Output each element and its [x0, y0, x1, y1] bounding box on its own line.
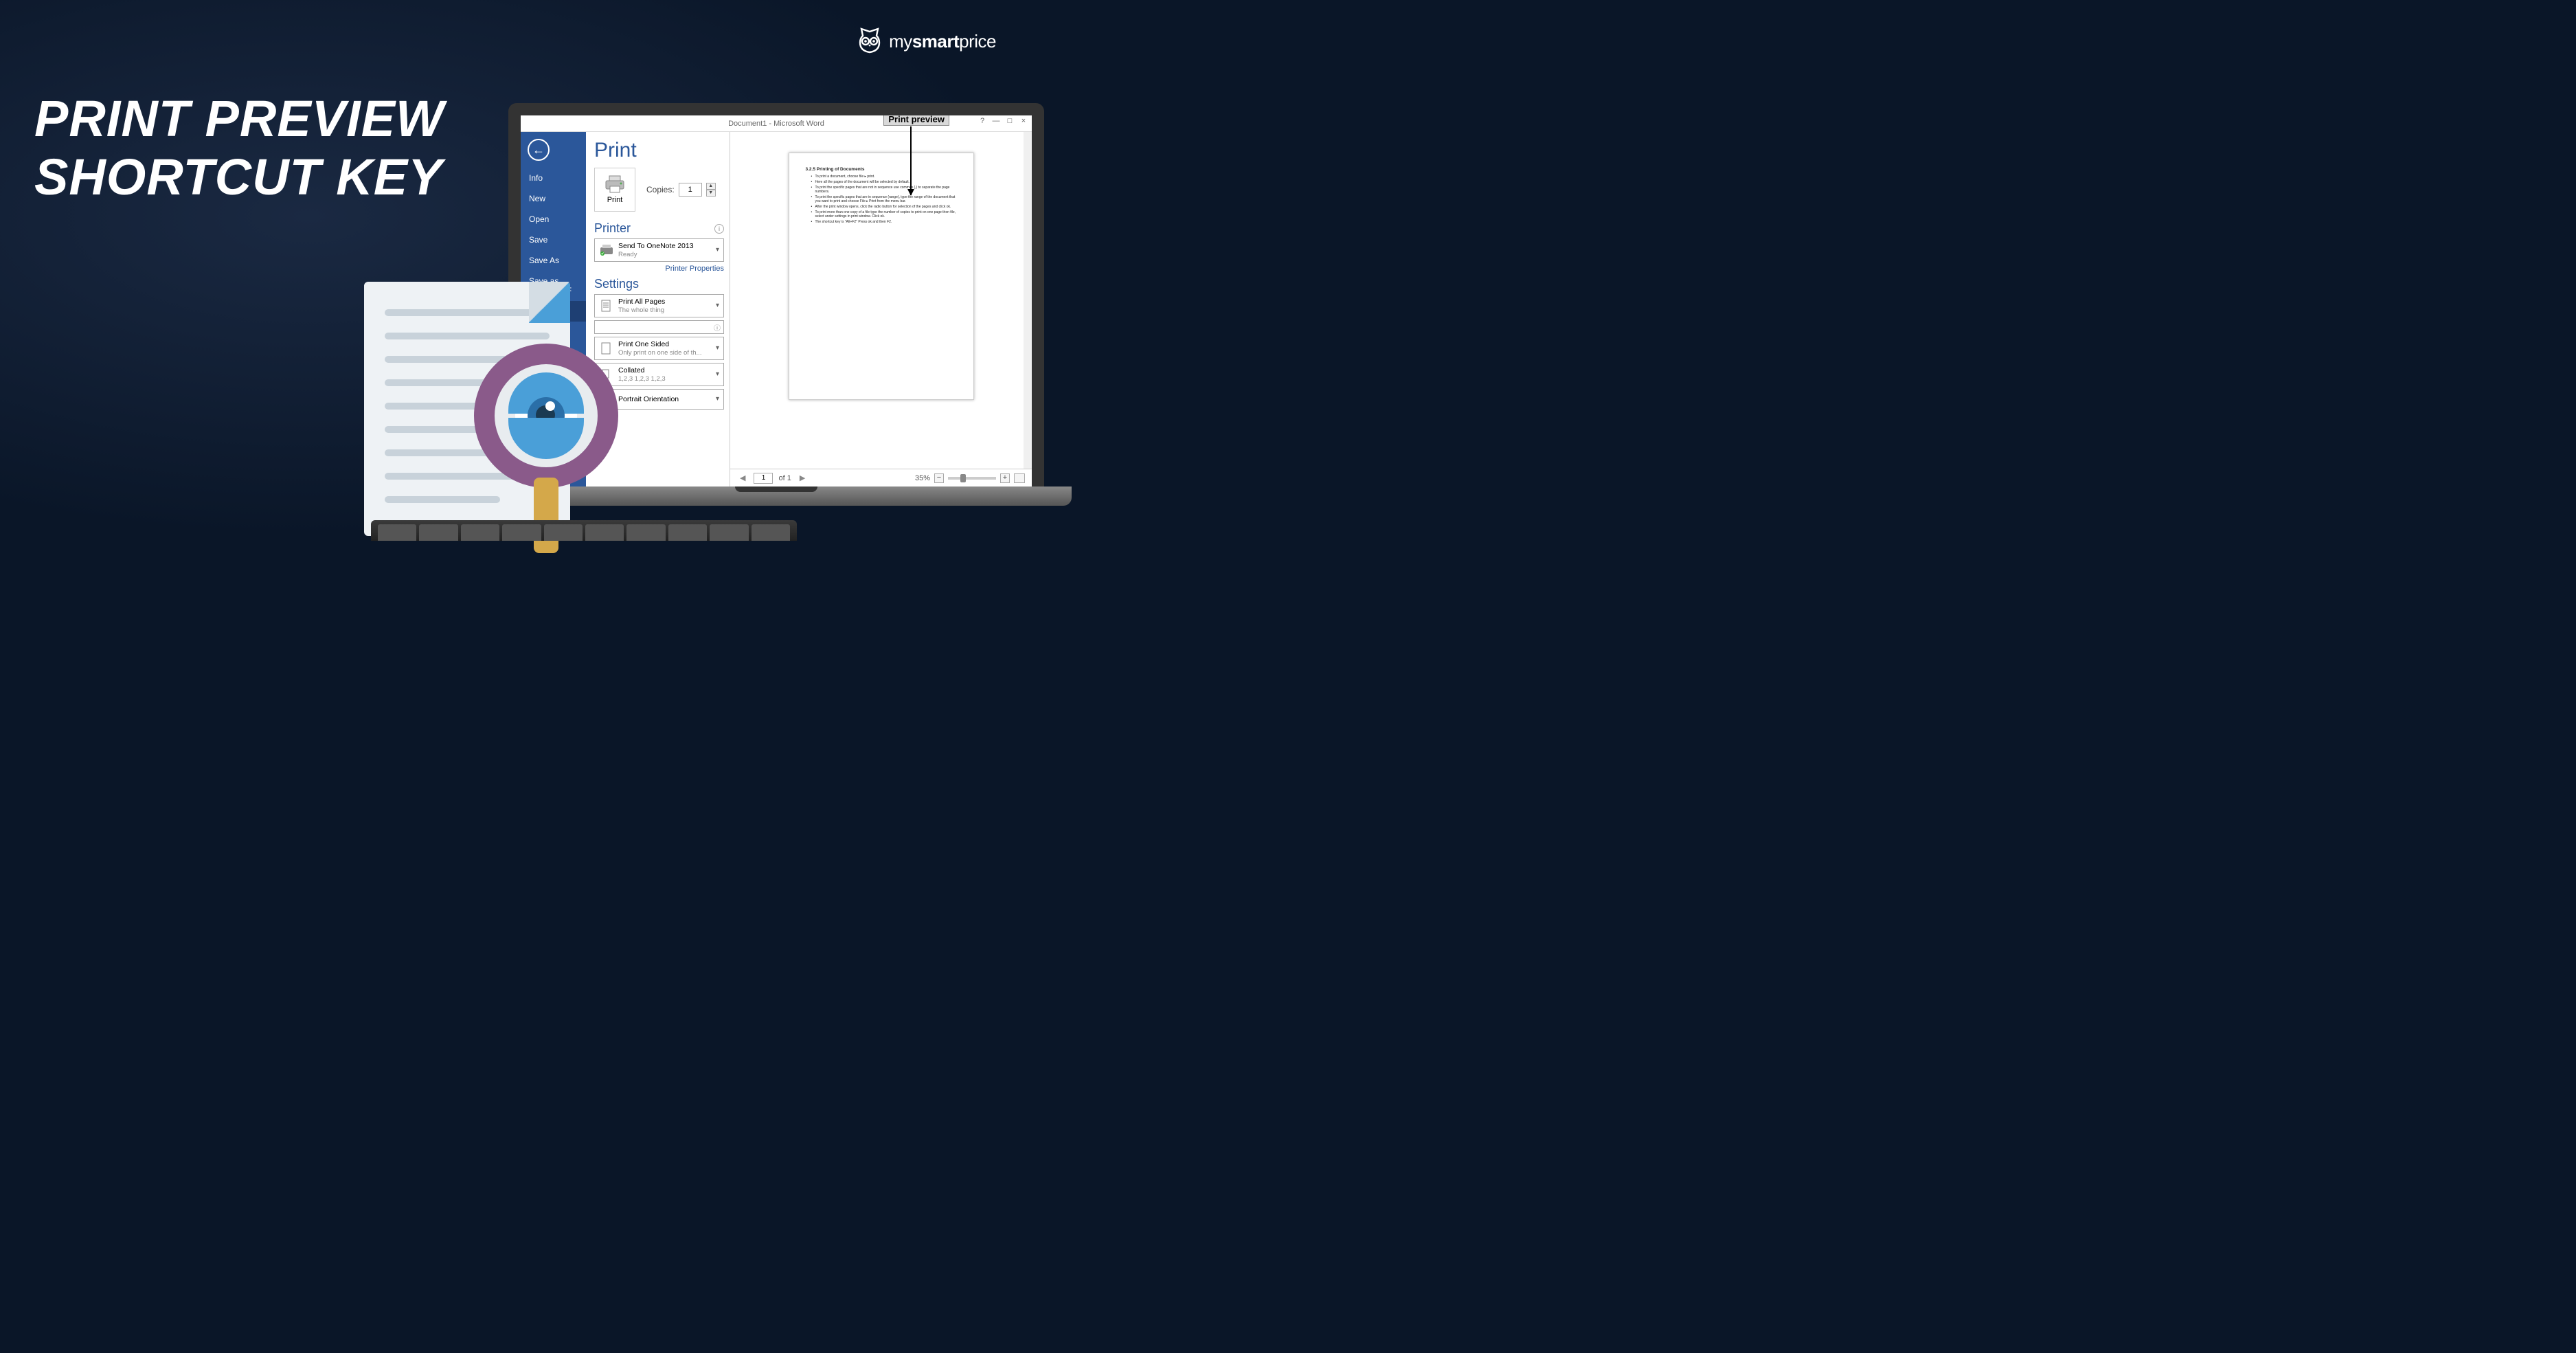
page-number-input[interactable]	[754, 473, 773, 484]
back-button[interactable]: ←	[528, 139, 550, 161]
logo-text: mysmartprice	[889, 31, 996, 52]
window-titlebar: Document1 - Microsoft Word ? — □ ×	[521, 115, 1032, 132]
copies-field: Copies: ▲ ▼	[646, 183, 716, 197]
printer-device-icon	[599, 243, 614, 257]
printer-heading: Printer i	[594, 221, 724, 236]
settings-heading: Settings	[594, 277, 724, 291]
window-title: Document1 - Microsoft Word	[728, 120, 824, 128]
zoom-fit-button[interactable]	[1014, 473, 1025, 483]
zoom-out-button[interactable]: −	[934, 473, 944, 483]
maximize-button[interactable]: □	[1004, 117, 1015, 125]
magnifier-handle	[534, 478, 558, 553]
sidebar-item-info[interactable]: Info	[521, 168, 586, 188]
sidebar-item-open[interactable]: Open	[521, 209, 586, 230]
zoom-level: 35%	[915, 474, 930, 482]
setting-print-pages[interactable]: Print All Pages The whole thing	[594, 294, 724, 317]
printer-selector[interactable]: Send To OneNote 2013 Ready	[594, 238, 724, 262]
copies-up[interactable]: ▲	[706, 183, 716, 190]
owl-icon	[856, 27, 883, 55]
page-of-label: of 1	[778, 474, 791, 482]
sidebar-item-saveas[interactable]: Save As	[521, 250, 586, 271]
brand-logo: mysmartprice	[856, 27, 996, 55]
pages-icon	[599, 299, 614, 313]
next-page-button[interactable]: ▶	[797, 473, 808, 482]
print-preview-pane: 3.2.5 Printing of Documents To print a d…	[730, 132, 1032, 487]
printer-properties-link[interactable]: Printer Properties	[594, 265, 724, 273]
callout-label: Print preview	[883, 115, 949, 126]
headline: PRINT PREVIEW SHORTCUT KEY	[34, 89, 444, 206]
preview-footer: ◀ of 1 ▶ 35% − +	[730, 469, 1032, 487]
copies-down[interactable]: ▼	[706, 190, 716, 197]
headline-line1: PRINT PREVIEW	[34, 89, 444, 148]
sidebar-item-save[interactable]: Save	[521, 230, 586, 250]
help-button[interactable]: ?	[977, 117, 988, 125]
sidebar-item-new[interactable]: New	[521, 188, 586, 209]
copies-label: Copies:	[646, 185, 675, 194]
headline-line2: SHORTCUT KEY	[34, 148, 444, 206]
printer-icon	[605, 175, 625, 193]
info-icon[interactable]: i	[714, 224, 724, 234]
eye-icon	[515, 385, 577, 447]
preview-page: 3.2.5 Printing of Documents To print a d…	[789, 153, 974, 400]
copies-input[interactable]	[679, 183, 702, 197]
prev-page-button[interactable]: ◀	[737, 473, 748, 482]
pages-range-input[interactable]	[594, 320, 724, 334]
print-heading: Print	[594, 139, 724, 162]
preview-scrollbar[interactable]	[1024, 132, 1032, 469]
close-button[interactable]: ×	[1018, 117, 1029, 125]
callout-arrow	[910, 126, 912, 195]
zoom-slider[interactable]	[948, 477, 996, 480]
magnifier-lens	[474, 344, 618, 488]
print-button[interactable]: Print	[594, 168, 635, 212]
minimize-button[interactable]: —	[991, 117, 1002, 125]
keyboard-illustration	[371, 520, 797, 541]
zoom-in-button[interactable]: +	[1000, 473, 1010, 483]
magnifier-illustration	[474, 344, 618, 488]
